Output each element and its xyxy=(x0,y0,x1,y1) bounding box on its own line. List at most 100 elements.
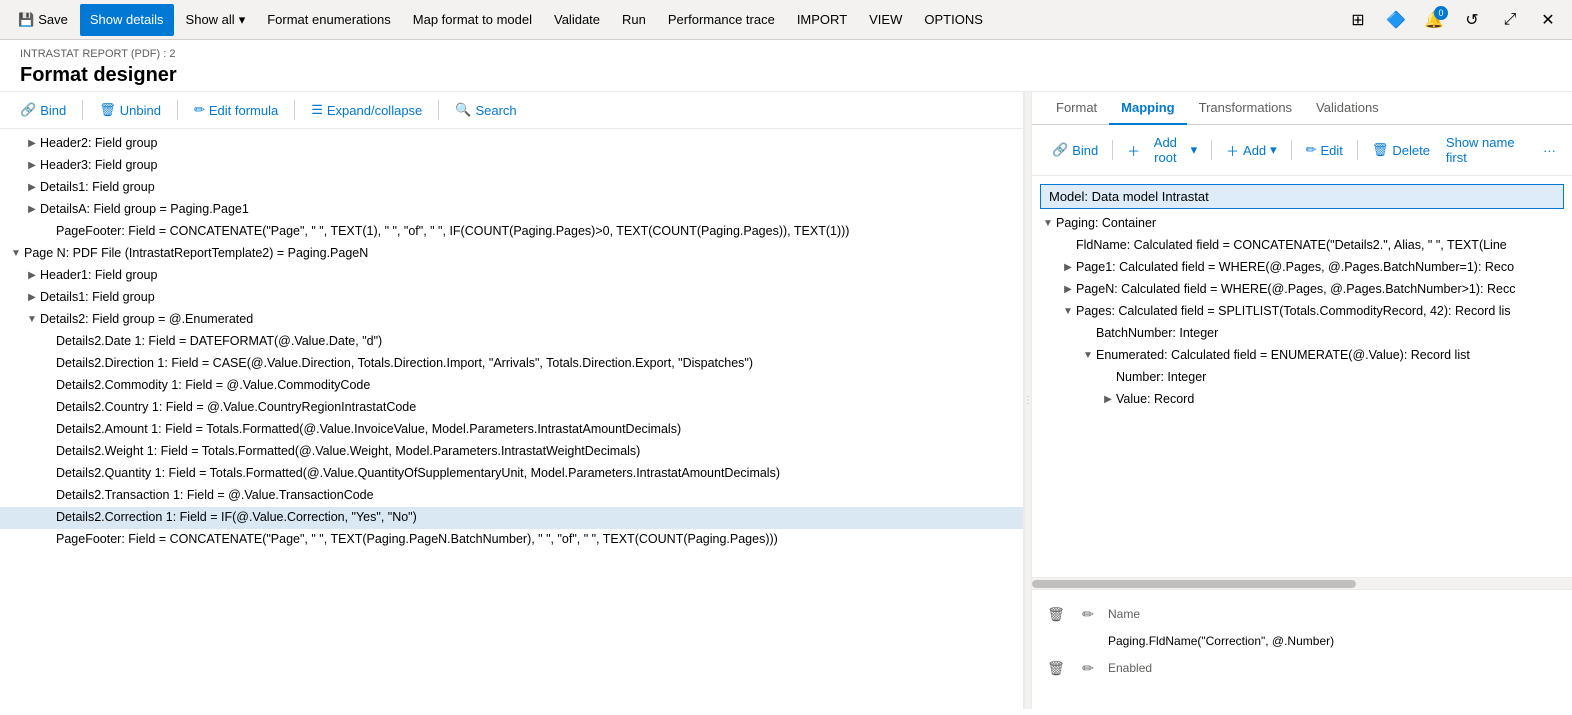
right-tree-item-pagen[interactable]: ▶PageN: Calculated field = WHERE(@.Pages… xyxy=(1032,279,1572,301)
tree-toggle-header1[interactable]: ▶ xyxy=(24,267,40,285)
show-details-button[interactable]: Show details xyxy=(80,4,174,36)
model-header[interactable]: Model: Data model Intrastat xyxy=(1040,184,1564,209)
more-options-text[interactable]: ··· xyxy=(1539,139,1560,162)
map-format-to-model-button[interactable]: Map format to model xyxy=(403,4,542,36)
tree-toggle-details2quantity xyxy=(40,465,56,483)
tree-label-details2country: Details2.Country 1: Field = @.Value.Coun… xyxy=(56,399,1023,417)
tree-item-pageN[interactable]: ▼Page N: PDF File (IntrastatReportTempla… xyxy=(0,243,1023,265)
tree-item-details2country[interactable]: Details2.Country 1: Field = @.Value.Coun… xyxy=(0,397,1023,419)
page-title: Format designer xyxy=(20,64,1552,87)
tab-format[interactable]: Format xyxy=(1044,92,1109,125)
grid-icon-button[interactable]: ⊞ xyxy=(1342,4,1374,36)
link-icon-right: 🔗 xyxy=(1052,142,1068,158)
right-tree-toggle-page1[interactable]: ▶ xyxy=(1060,259,1076,277)
view-button[interactable]: VIEW xyxy=(859,4,912,36)
tree-item-details2weight[interactable]: Details2.Weight 1: Field = Totals.Format… xyxy=(0,441,1023,463)
validate-button[interactable]: Validate xyxy=(544,4,610,36)
tree-item-detailsA[interactable]: ▶DetailsA: Field group = Paging.Page1 xyxy=(0,199,1023,221)
tab-mapping[interactable]: Mapping xyxy=(1109,92,1186,125)
tree-label-details2: Details2: Field group = @.Enumerated xyxy=(40,311,1023,329)
delete-name-btn[interactable]: 🗑 xyxy=(1044,602,1068,626)
tree-toggle-details2[interactable]: ▼ xyxy=(24,311,40,329)
tree-item-details1a[interactable]: ▶Details1: Field group xyxy=(0,177,1023,199)
run-button[interactable]: Run xyxy=(612,4,656,36)
tree-toggle-header3[interactable]: ▶ xyxy=(24,157,40,175)
tab-transformations[interactable]: Transformations xyxy=(1187,92,1304,125)
tree-item-details2amount[interactable]: Details2.Amount 1: Field = Totals.Format… xyxy=(0,419,1023,441)
tree-item-details2correction[interactable]: Details2.Correction 1: Field = IF(@.Valu… xyxy=(0,507,1023,529)
right-tree-item-number[interactable]: Number: Integer xyxy=(1032,367,1572,389)
edit-button-right[interactable]: ✏ Edit xyxy=(1298,138,1351,162)
show-name-first-text[interactable]: Show name first xyxy=(1442,131,1535,169)
edit-formula-button[interactable]: ✏ Edit formula xyxy=(186,98,286,122)
unbind-button[interactable]: 🗑 Unbind xyxy=(91,98,169,122)
right-tree-item-value[interactable]: ▶Value: Record xyxy=(1032,389,1572,411)
expand-collapse-button[interactable]: ☰ Expand/collapse xyxy=(303,98,430,122)
right-tree-toggle-paging[interactable]: ▼ xyxy=(1040,215,1056,233)
tree-item-pagefooter1[interactable]: PageFooter: Field = CONCATENATE("Page", … xyxy=(0,221,1023,243)
format-enumerations-button[interactable]: Format enumerations xyxy=(257,4,401,36)
close-button[interactable]: ✕ xyxy=(1532,4,1564,36)
edit-enabled-btn[interactable]: ✏ xyxy=(1076,656,1100,680)
add-root-button[interactable]: ＋ Add root ▾ xyxy=(1119,131,1205,169)
right-tree-item-batchnumber[interactable]: BatchNumber: Integer xyxy=(1032,323,1572,345)
tree-label-details2weight: Details2.Weight 1: Field = Totals.Format… xyxy=(56,443,1023,461)
tree-label-header2: Header2: Field group xyxy=(40,135,1023,153)
right-tree-toggle-pagen[interactable]: ▶ xyxy=(1060,281,1076,299)
search-button-left[interactable]: 🔍 Search xyxy=(447,98,524,122)
tree-label-pageN: Page N: PDF File (IntrastatReportTemplat… xyxy=(24,245,1023,263)
tree-toggle-detailsA[interactable]: ▶ xyxy=(24,201,40,219)
delete-button-right[interactable]: 🗑 Delete xyxy=(1364,138,1438,162)
tree-item-details2commodity[interactable]: Details2.Commodity 1: Field = @.Value.Co… xyxy=(0,375,1023,397)
edit-name-btn[interactable]: ✏ xyxy=(1076,602,1100,626)
trash-icon-right: 🗑 xyxy=(1372,142,1389,158)
tree-item-header2[interactable]: ▶Header2: Field group xyxy=(0,133,1023,155)
office-icon-button[interactable]: 🔷 xyxy=(1380,4,1412,36)
resize-handle[interactable]: ⋮ xyxy=(1024,92,1032,709)
show-all-button[interactable]: Show all ▾ xyxy=(176,4,256,36)
tree-item-header1[interactable]: ▶Header1: Field group xyxy=(0,265,1023,287)
tree-item-header3[interactable]: ▶Header3: Field group xyxy=(0,155,1023,177)
right-tree-toggle-enumerated[interactable]: ▼ xyxy=(1080,347,1096,365)
right-tree-item-paging[interactable]: ▼Paging: Container xyxy=(1032,213,1572,235)
open-external-button[interactable]: ⤢ xyxy=(1494,4,1526,36)
tree-toggle-pageN[interactable]: ▼ xyxy=(8,245,24,263)
bind-button-right[interactable]: 🔗 Bind xyxy=(1044,138,1106,162)
tree-item-details2date[interactable]: Details2.Date 1: Field = DATEFORMAT(@.Va… xyxy=(0,331,1023,353)
right-tree-item-enumerated[interactable]: ▼Enumerated: Calculated field = ENUMERAT… xyxy=(1032,345,1572,367)
import-button[interactable]: IMPORT xyxy=(787,4,857,36)
tree-item-details2direction[interactable]: Details2.Direction 1: Field = CASE(@.Val… xyxy=(0,353,1023,375)
right-tree-item-fldname[interactable]: FldName: Calculated field = CONCATENATE(… xyxy=(1032,235,1572,257)
horizontal-scrollbar[interactable] xyxy=(1032,577,1572,589)
right-tabs: FormatMappingTransformationsValidations xyxy=(1032,92,1572,125)
right-tree-label-batchnumber: BatchNumber: Integer xyxy=(1096,325,1572,343)
notification-button[interactable]: 🔔 0 xyxy=(1418,4,1450,36)
right-tree-label-page1: Page1: Calculated field = WHERE(@.Pages,… xyxy=(1076,259,1572,277)
right-tree-toggle-pages[interactable]: ▼ xyxy=(1060,303,1076,321)
right-tree-toggle-value[interactable]: ▶ xyxy=(1100,391,1116,409)
tree-item-details2quantity[interactable]: Details2.Quantity 1: Field = Totals.Form… xyxy=(0,463,1023,485)
tree-item-pagefooterN[interactable]: PageFooter: Field = CONCATENATE("Page", … xyxy=(0,529,1023,551)
notification-count: 0 xyxy=(1434,6,1448,20)
right-tree-item-page1[interactable]: ▶Page1: Calculated field = WHERE(@.Pages… xyxy=(1032,257,1572,279)
delete-enabled-btn[interactable]: 🗑 xyxy=(1044,656,1068,680)
bottom-panel: 🗑 ✏ Name Paging.FldName("Correction", @.… xyxy=(1032,589,1572,709)
refresh-button[interactable]: ↺ xyxy=(1456,4,1488,36)
tree-label-header3: Header3: Field group xyxy=(40,157,1023,175)
tree-toggle-details1b[interactable]: ▶ xyxy=(24,289,40,307)
tree-toggle-details1a[interactable]: ▶ xyxy=(24,179,40,197)
tree-item-details2[interactable]: ▼Details2: Field group = @.Enumerated xyxy=(0,309,1023,331)
tree-toggle-details2country xyxy=(40,399,56,417)
tree-item-details1b[interactable]: ▶Details1: Field group xyxy=(0,287,1023,309)
tab-validations[interactable]: Validations xyxy=(1304,92,1391,125)
right-tree-item-pages[interactable]: ▼Pages: Calculated field = SPLITLIST(Tot… xyxy=(1032,301,1572,323)
save-button[interactable]: 💾 Save xyxy=(8,4,78,36)
tree-item-details2transaction[interactable]: Details2.Transaction 1: Field = @.Value.… xyxy=(0,485,1023,507)
options-button[interactable]: OPTIONS xyxy=(914,4,993,36)
bind-button-left[interactable]: 🔗 Bind xyxy=(12,98,74,122)
add-button-right[interactable]: ＋ Add ▾ xyxy=(1218,137,1285,164)
performance-trace-button[interactable]: Performance trace xyxy=(658,4,785,36)
tree-toggle-header2[interactable]: ▶ xyxy=(24,135,40,153)
scroll-thumb[interactable] xyxy=(1032,580,1356,588)
tree-label-details1b: Details1: Field group xyxy=(40,289,1023,307)
